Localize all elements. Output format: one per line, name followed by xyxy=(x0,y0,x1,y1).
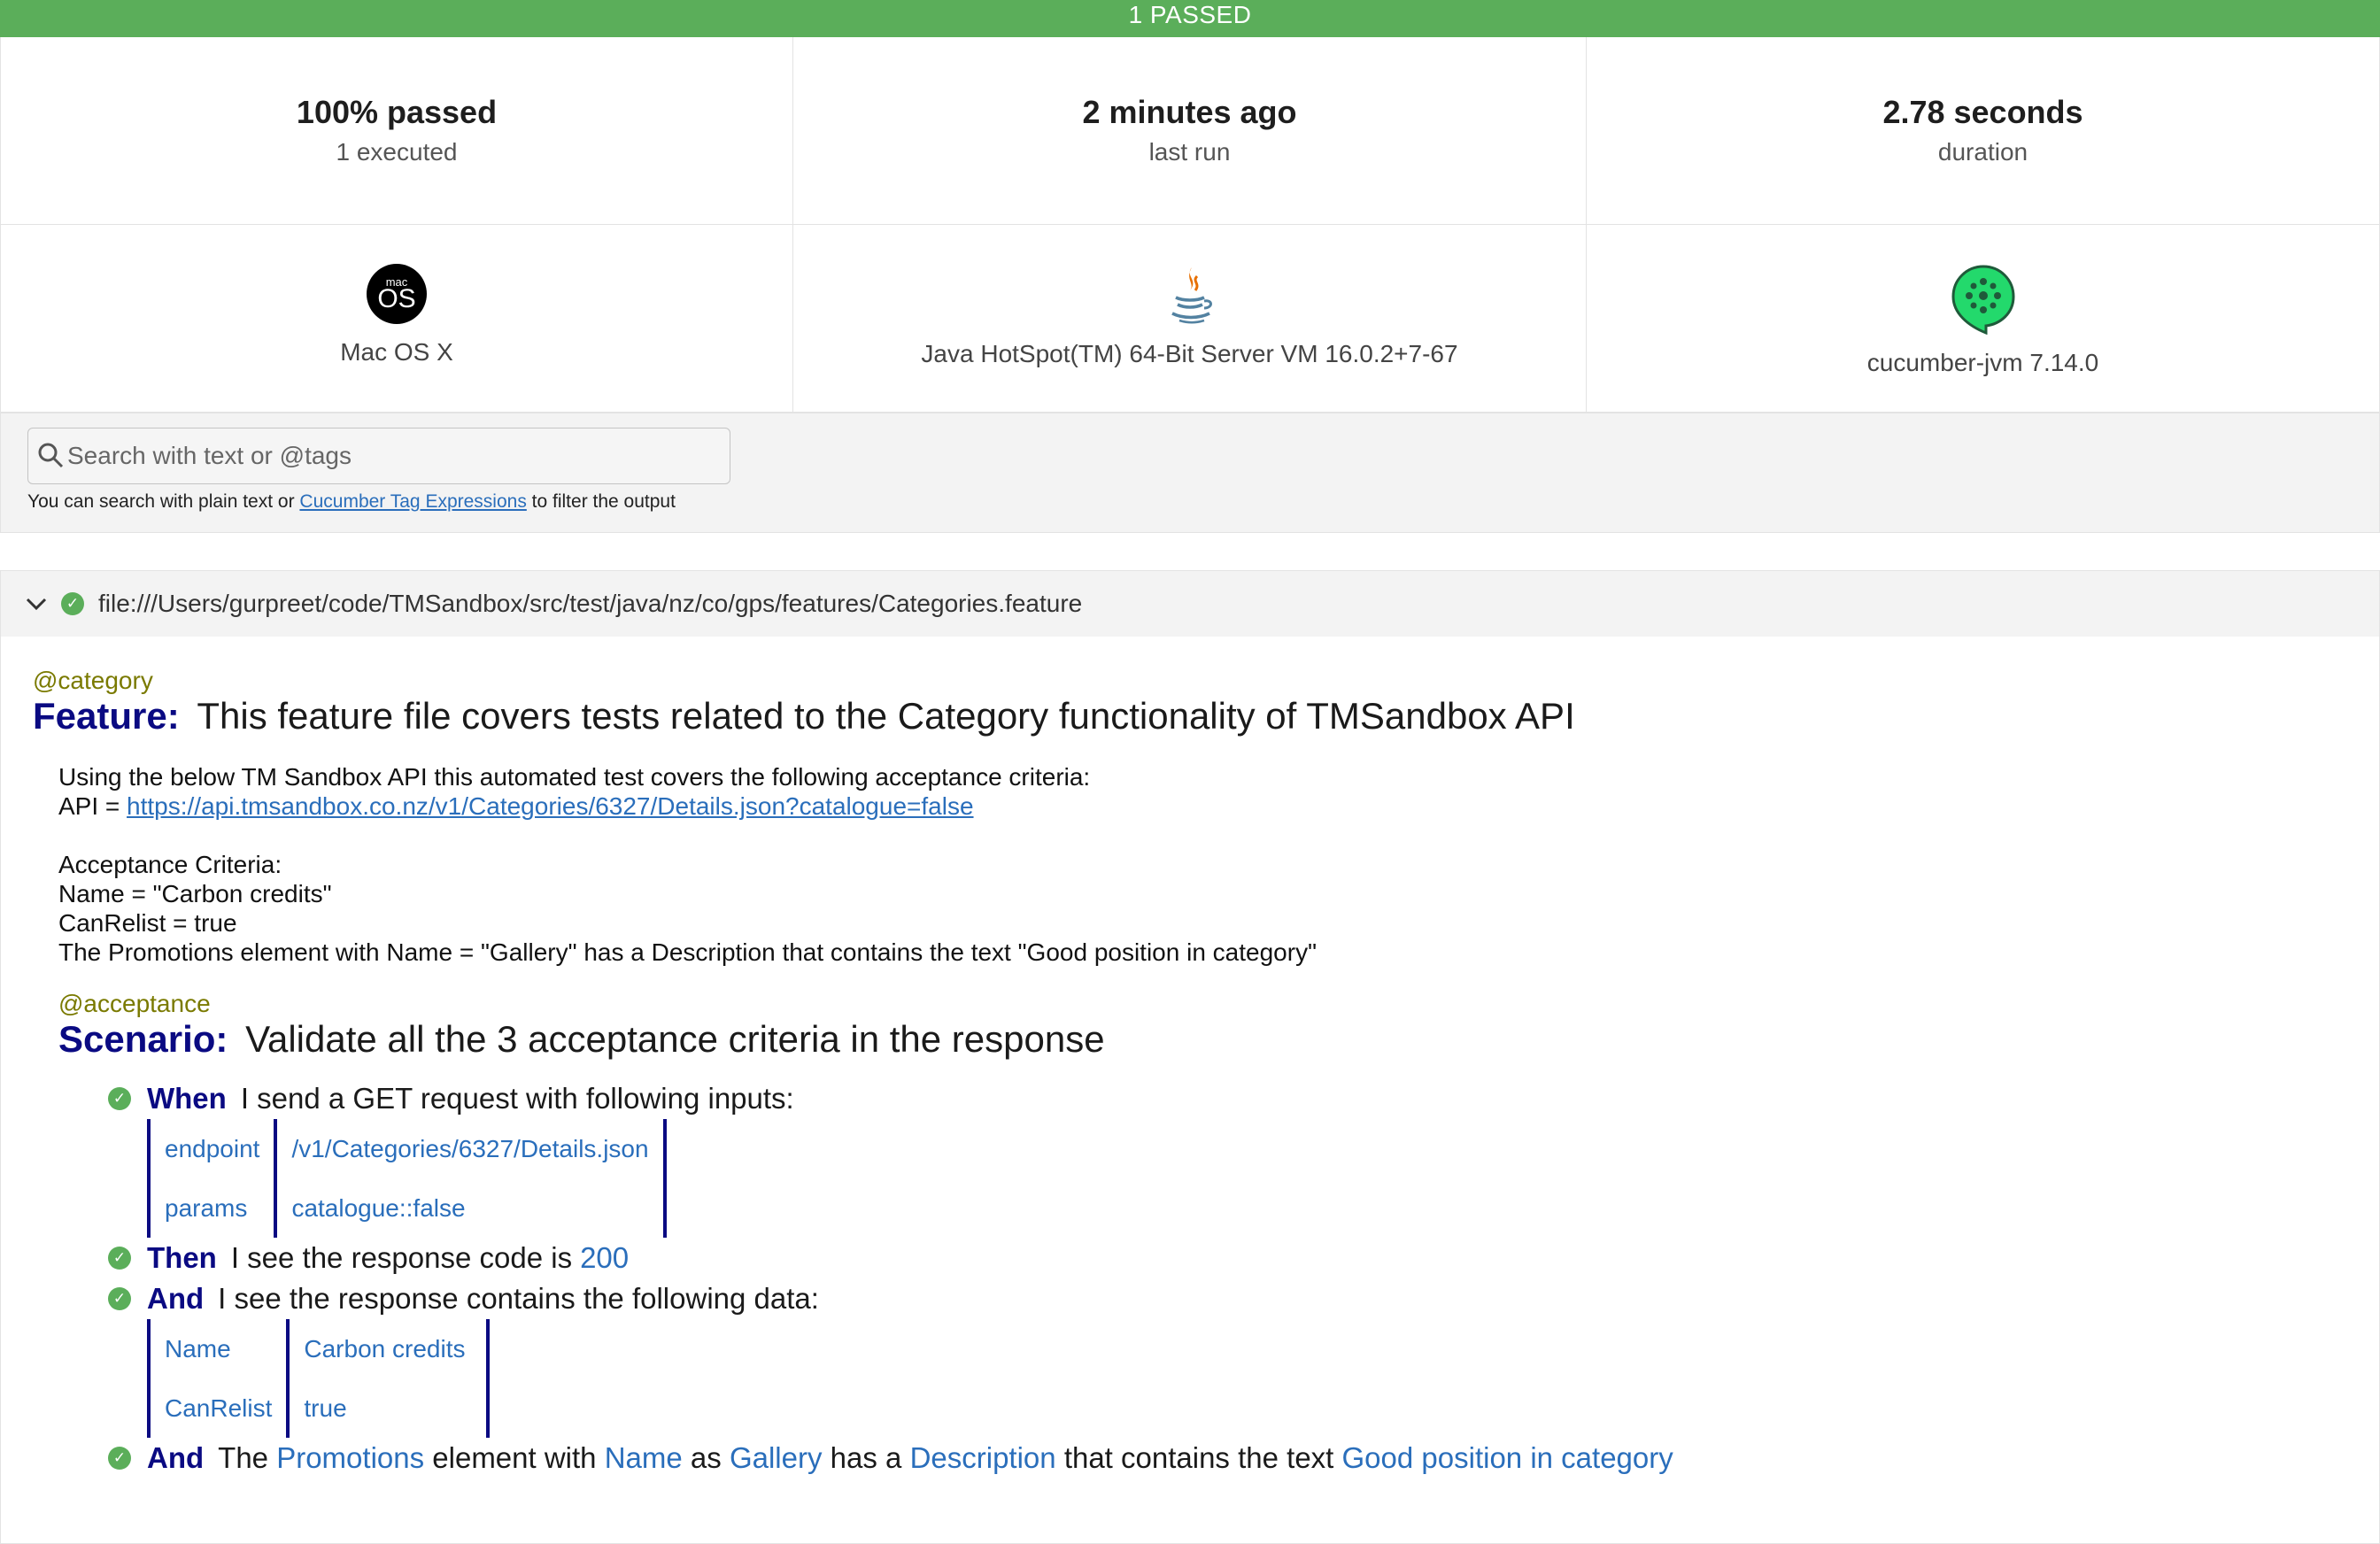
table-cell: params xyxy=(146,1178,278,1238)
env-tool: cucumber-jvm 7.14.0 xyxy=(1587,225,2380,413)
table-cell: true xyxy=(286,1378,491,1438)
ac-heading: Acceptance Criteria: xyxy=(58,851,282,878)
ac-item: The Promotions element with Name = "Gall… xyxy=(58,938,1318,966)
check-circle-icon: ✓ xyxy=(108,1247,131,1270)
step-param: Promotions xyxy=(276,1441,425,1474)
env-os: mac OS Mac OS X xyxy=(0,225,793,413)
hint-before: You can search with plain text or xyxy=(27,491,295,512)
java-icon xyxy=(1171,267,1212,324)
data-table: Name Carbon credits CanRelist true xyxy=(146,1319,491,1438)
step-then: ✓ Then I see the response code is 200 xyxy=(108,1238,2379,1278)
feature-name: This feature file covers tests related t… xyxy=(197,695,1575,737)
feature-tag: @category xyxy=(33,667,153,694)
table-row: params catalogue::false xyxy=(146,1178,667,1238)
data-table: endpoint /v1/Categories/6327/Details.jso… xyxy=(146,1119,667,1238)
step-text: I send a GET request with following inpu… xyxy=(240,1082,794,1115)
check-circle-icon: ✓ xyxy=(61,592,84,615)
runtime-label: Java HotSpot(TM) 64-Bit Server VM 16.0.2… xyxy=(921,340,1458,367)
table-cell: CanRelist xyxy=(146,1378,290,1438)
table-cell: Carbon credits xyxy=(286,1319,491,1378)
stat-label: 1 executed xyxy=(336,138,458,166)
scenario-name: Validate all the 3 acceptance criteria i… xyxy=(245,1018,1105,1060)
feature-content: @category Feature: This feature file cov… xyxy=(1,667,2379,1478)
api-line: API = https://api.tmsandbox.co.nz/v1/Cat… xyxy=(58,791,2379,821)
step-and: ✓ And I see the response contains the fo… xyxy=(108,1278,2379,1319)
step-text: has a xyxy=(830,1441,902,1474)
table-cell: catalogue::false xyxy=(274,1178,667,1238)
macos-icon-big-text: OS xyxy=(377,283,416,313)
step-text: I see the response contains the followin… xyxy=(218,1282,819,1315)
step-param: Gallery xyxy=(729,1441,823,1474)
ac-item: Name = "Carbon credits" xyxy=(58,880,332,907)
scenario: @acceptance Scenario: Validate all the 3… xyxy=(58,990,2379,1478)
search-hint: You can search with plain text or Cucumb… xyxy=(27,491,2353,513)
summary-stats: 100% passed 1 executed 2 minutes ago las… xyxy=(0,37,2380,225)
step-when: ✓ When I send a GET request with followi… xyxy=(108,1078,2379,1119)
step-param: Description xyxy=(909,1441,1056,1474)
environment-info: mac OS Mac OS X Java HotSpot(TM) 64-Bit … xyxy=(0,225,2380,413)
hint-after: to filter the output xyxy=(531,491,676,512)
tool-label: cucumber-jvm 7.14.0 xyxy=(1866,349,2099,376)
step-text: as xyxy=(690,1441,722,1474)
stat-value: 2.78 seconds xyxy=(1882,94,2083,130)
macos-icon: mac OS xyxy=(367,264,427,324)
step-text: element with xyxy=(432,1441,597,1474)
step-keyword: When xyxy=(147,1082,227,1115)
stat-label: duration xyxy=(1937,138,2028,166)
stat-label: last run xyxy=(1148,138,1231,166)
os-label: Mac OS X xyxy=(340,338,453,366)
table-row: Name Carbon credits xyxy=(146,1319,491,1378)
scenario-keyword: Scenario: xyxy=(58,1018,228,1060)
check-circle-icon: ✓ xyxy=(108,1087,131,1110)
stat-passed: 100% passed 1 executed xyxy=(0,37,793,225)
step-keyword: And xyxy=(147,1282,205,1315)
step-text: I see the response code is xyxy=(230,1241,573,1274)
passed-count: 1 PASSED xyxy=(1128,1,1252,28)
table-cell: /v1/Categories/6327/Details.json xyxy=(274,1119,667,1178)
check-circle-icon: ✓ xyxy=(108,1287,131,1310)
feature-keyword: Feature: xyxy=(33,695,180,737)
stat-value: 2 minutes ago xyxy=(1082,94,1297,130)
scenario-title: Scenario: Validate all the 3 acceptance … xyxy=(58,1018,2379,1061)
step-param: Name xyxy=(604,1441,683,1474)
check-circle-icon: ✓ xyxy=(108,1447,131,1470)
feature-title: Feature: This feature file covers tests … xyxy=(33,695,2379,737)
description-line: Using the below TM Sandbox API this auto… xyxy=(58,763,1091,791)
feature-description: Using the below TM Sandbox API this auto… xyxy=(58,762,2379,967)
cucumber-icon xyxy=(1951,265,2015,335)
step-text: that contains the text xyxy=(1063,1441,1334,1474)
table-row: CanRelist true xyxy=(146,1378,491,1438)
step-list: ✓ When I send a GET request with followi… xyxy=(108,1078,2379,1478)
table-row: endpoint /v1/Categories/6327/Details.jso… xyxy=(146,1119,667,1178)
step-and: ✓ And The Promotions element with Name a… xyxy=(108,1438,2379,1478)
step-keyword: And xyxy=(147,1441,205,1474)
env-runtime: Java HotSpot(TM) 64-Bit Server VM 16.0.2… xyxy=(793,225,1587,413)
feature-file-path: file:///Users/gurpreet/code/TMSandbox/sr… xyxy=(98,590,1083,617)
search-section: You can search with plain text or Cucumb… xyxy=(0,413,2380,533)
stat-last-run: 2 minutes ago last run xyxy=(793,37,1587,225)
stat-value: 100% passed xyxy=(296,94,498,130)
api-url-link[interactable]: https://api.tmsandbox.co.nz/v1/Categorie… xyxy=(127,792,973,820)
tag-expressions-link[interactable]: Cucumber Tag Expressions xyxy=(299,491,526,512)
feature-panel: ✓ file:///Users/gurpreet/code/TMSandbox/… xyxy=(0,570,2380,1544)
scenario-tag: @acceptance xyxy=(58,990,211,1017)
search-box[interactable] xyxy=(27,428,730,484)
step-param: Good position in category xyxy=(1341,1441,1673,1474)
step-param: 200 xyxy=(580,1241,630,1274)
stat-duration: 2.78 seconds duration xyxy=(1587,37,2380,225)
step-keyword: Then xyxy=(147,1241,217,1274)
ac-item: CanRelist = true xyxy=(58,909,237,937)
chevron-down-icon[interactable] xyxy=(24,591,49,616)
api-prefix: API = xyxy=(58,792,120,820)
search-icon xyxy=(38,443,64,468)
table-cell: Name xyxy=(146,1319,290,1378)
status-banner: 1 PASSED xyxy=(0,0,2380,37)
table-cell: endpoint xyxy=(146,1119,278,1178)
feature-file-header[interactable]: ✓ file:///Users/gurpreet/code/TMSandbox/… xyxy=(1,571,2379,637)
step-text: The xyxy=(218,1441,269,1474)
search-input[interactable] xyxy=(66,441,724,471)
